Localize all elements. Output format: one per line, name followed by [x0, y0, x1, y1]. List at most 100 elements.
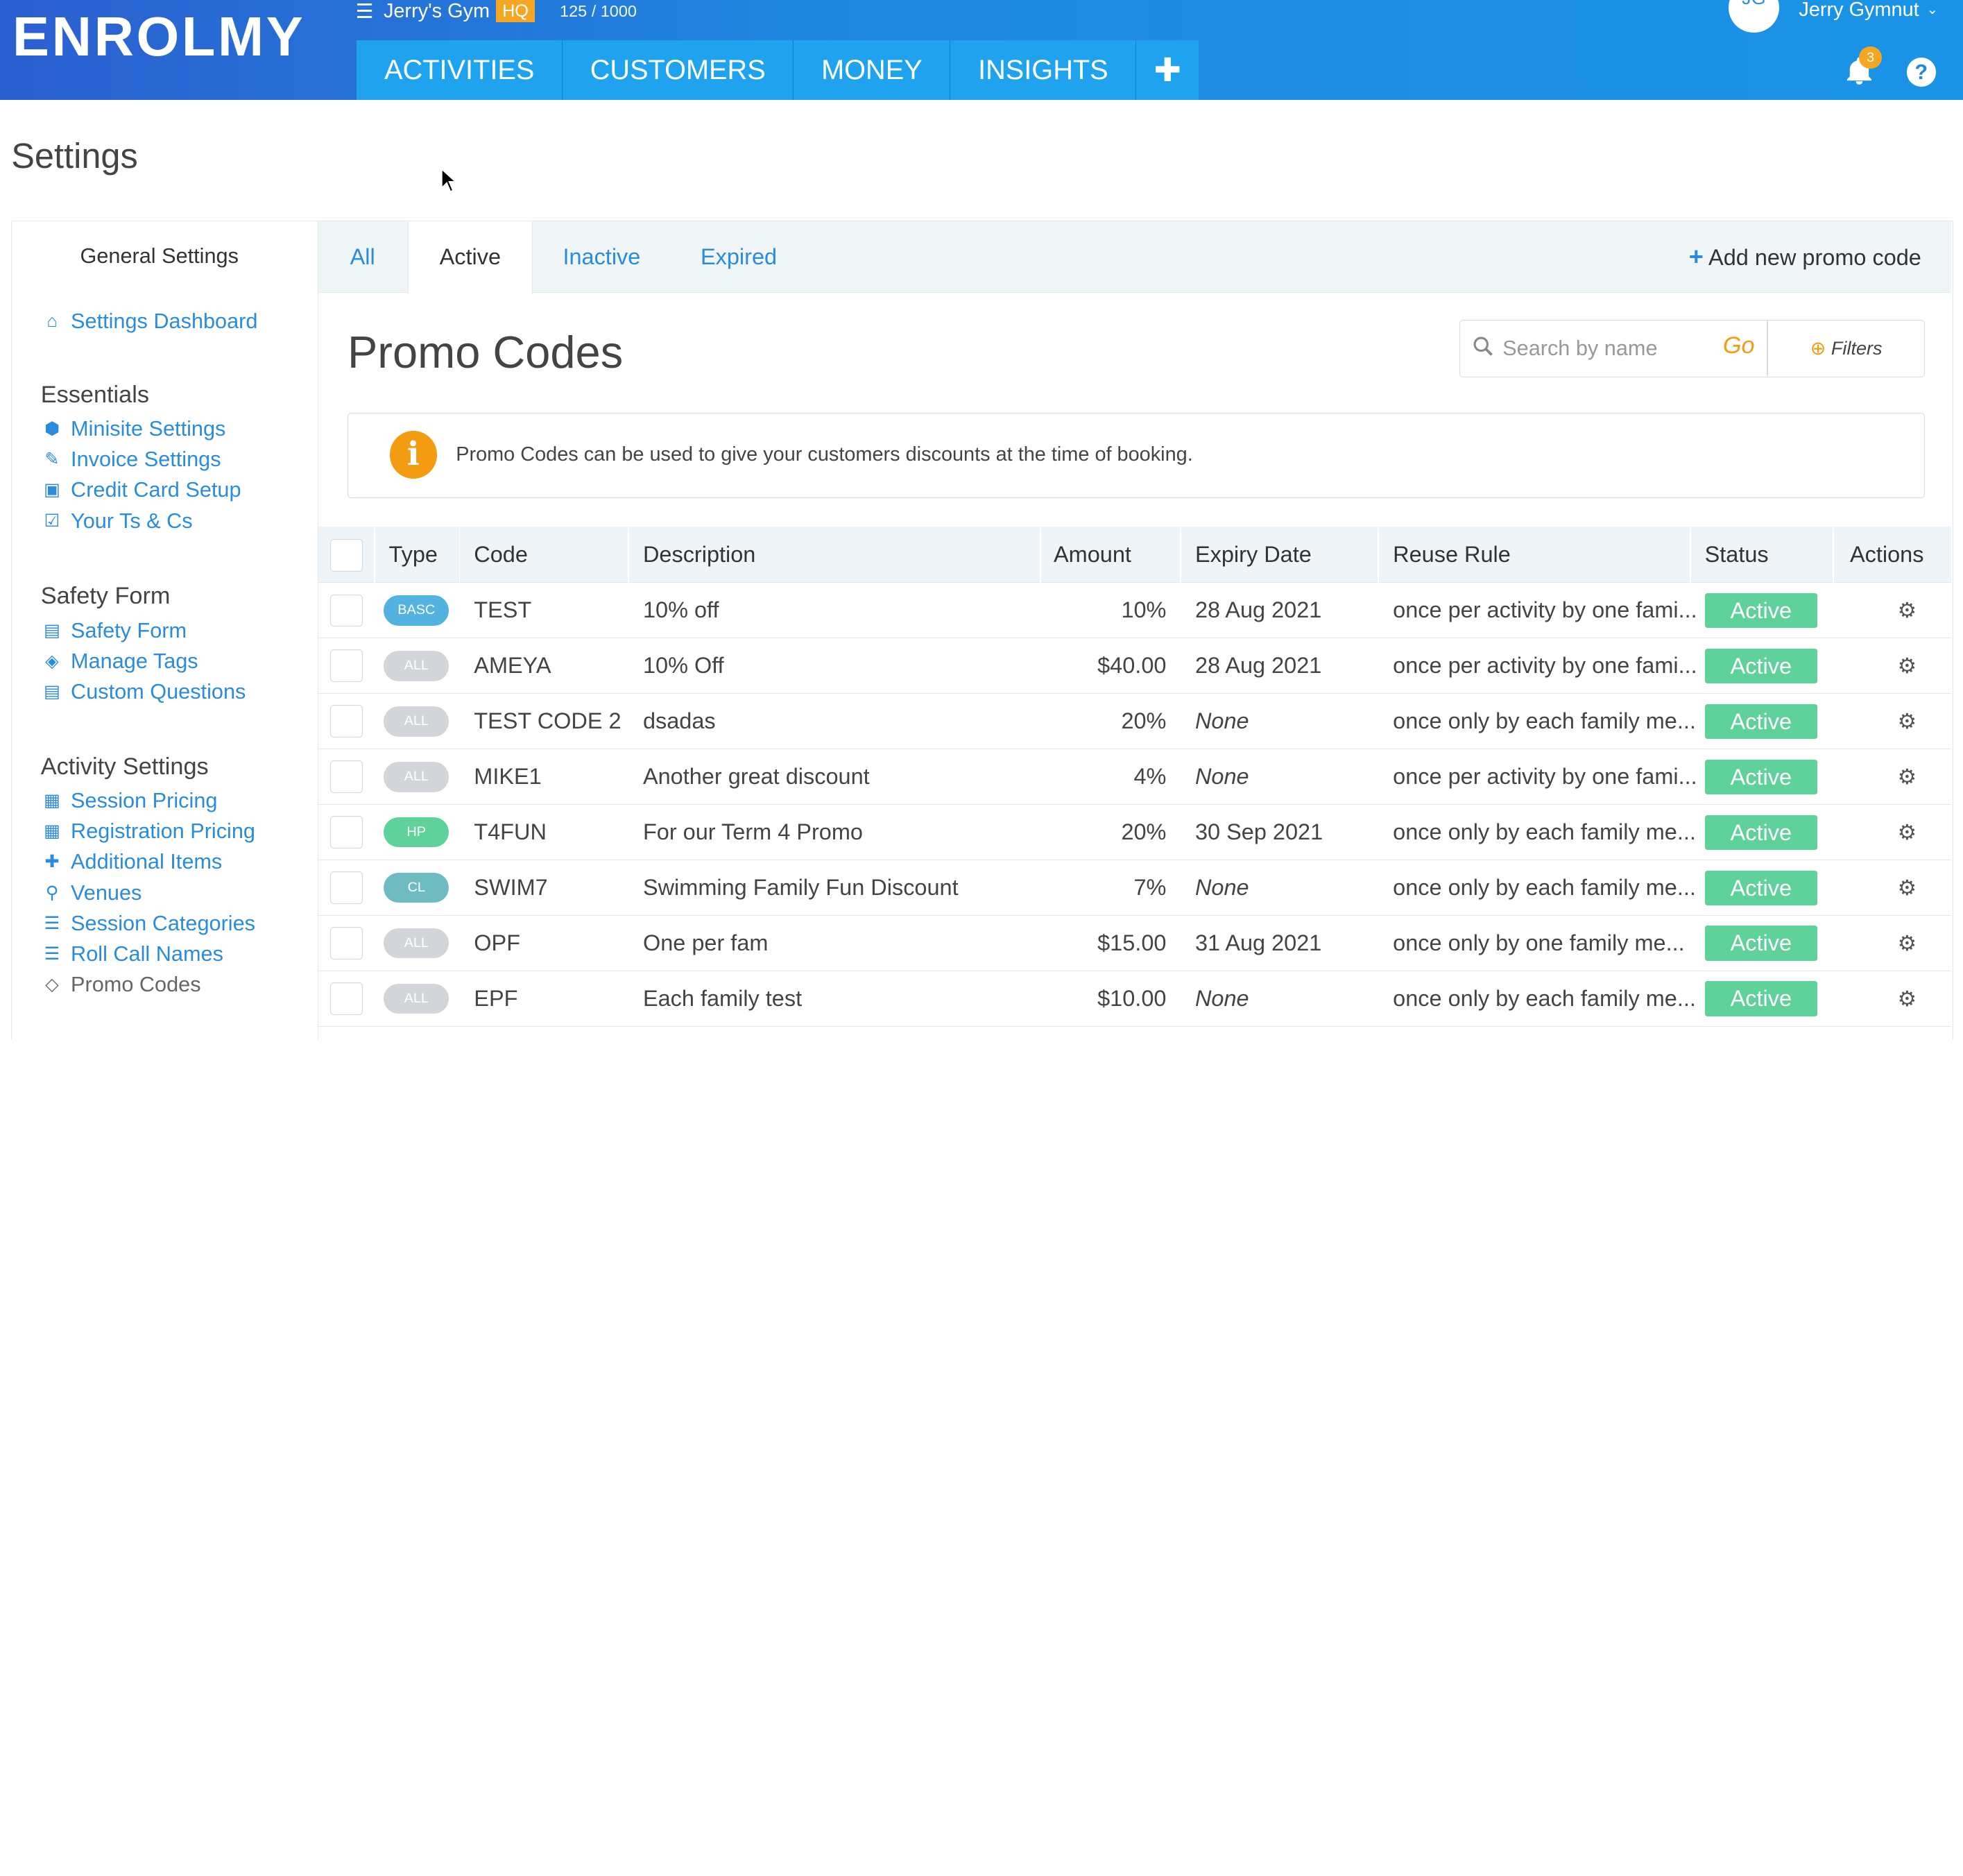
- reuse-rule-cell: once only by each family me...: [1393, 708, 1696, 734]
- sidebar-item-registration-pricing[interactable]: ▦ Registration Pricing: [41, 816, 255, 846]
- sidebar-item-label: Invoice Settings: [71, 447, 221, 472]
- sidebar-item-promo-codes[interactable]: ◇ Promo Codes: [41, 969, 255, 1000]
- list-icon: ☰: [44, 913, 60, 933]
- enrolmy-logo[interactable]: ENROLMY: [12, 5, 305, 69]
- row-checkbox[interactable]: [329, 705, 363, 738]
- select-all-checkbox[interactable]: [329, 539, 363, 572]
- row-checkbox[interactable]: [329, 649, 363, 683]
- column-divider: [1689, 527, 1691, 583]
- map-marker-icon: ⚲: [45, 882, 59, 903]
- gear-icon[interactable]: ⚙: [1898, 805, 1917, 860]
- column-status[interactable]: Status: [1705, 527, 1769, 583]
- sidebar-item-venues[interactable]: ⚲ Venues: [41, 878, 255, 908]
- column-code[interactable]: Code: [474, 527, 528, 583]
- sidebar-item-safety-form[interactable]: ▤ Safety Form: [41, 615, 246, 646]
- nav-customers[interactable]: CUSTOMERS: [563, 40, 794, 101]
- sidebar-item-custom-questions[interactable]: ▤ Custom Questions: [41, 676, 246, 707]
- status-badge[interactable]: Active: [1704, 592, 1818, 629]
- gym-switcher[interactable]: ☰ Jerry's Gym HQ 125 / 1000: [356, 0, 637, 24]
- reuse-rule-cell: once only by each family me...: [1393, 985, 1696, 1011]
- table-row[interactable]: CL SWIM7 Swimming Family Fun Discount 7% Non…: [318, 860, 1952, 916]
- gear-icon[interactable]: ⚙: [1898, 694, 1917, 749]
- gear-icon[interactable]: ⚙: [1898, 638, 1917, 693]
- gear-icon[interactable]: ⚙: [1898, 583, 1917, 638]
- sidebar-item-additional-items[interactable]: ✚ Additional Items: [41, 846, 255, 877]
- tab-active[interactable]: Active: [407, 221, 533, 294]
- column-description[interactable]: Description: [643, 527, 755, 583]
- tab-expired[interactable]: Expired: [701, 221, 777, 293]
- table-row[interactable]: HP T4FUN For our Term 4 Promo 20% 30 Sep 202…: [318, 805, 1952, 861]
- file-icon: ▤: [44, 681, 60, 701]
- column-reuse-rule[interactable]: Reuse Rule: [1393, 527, 1511, 583]
- status-badge[interactable]: Active: [1704, 870, 1818, 906]
- search-input[interactable]: [1502, 330, 1716, 366]
- briefcase-icon: ▦: [44, 791, 60, 811]
- hamburger-icon[interactable]: ☰: [356, 0, 374, 24]
- type-badge: CL: [384, 873, 449, 903]
- table-row[interactable]: ALL TEST CODE 2 dsadas 20% None once only by …: [318, 694, 1952, 750]
- table-row[interactable]: ALL EPF Each family test $10.00 None once onl…: [318, 971, 1952, 1027]
- filters-button[interactable]: ⊕ Filters: [1768, 321, 1925, 375]
- column-type[interactable]: Type: [389, 527, 438, 583]
- search-bar: Go ⊕ Filters: [1459, 320, 1926, 378]
- help-icon[interactable]: ?: [1907, 58, 1936, 87]
- sidebar-item-manage-tags[interactable]: ◈ Manage Tags: [41, 646, 246, 676]
- gear-icon[interactable]: ⚙: [1898, 860, 1917, 915]
- filters-label: Filters: [1831, 337, 1883, 359]
- amount-cell: 20%: [1121, 708, 1167, 734]
- row-checkbox[interactable]: [329, 816, 363, 849]
- expiry-cell: 30 Sep 2021: [1194, 819, 1323, 845]
- expiry-cell: None: [1194, 985, 1249, 1011]
- type-badge: HP: [384, 817, 449, 848]
- go-button[interactable]: Go: [1723, 332, 1755, 359]
- status-badge[interactable]: Active: [1704, 759, 1818, 795]
- column-divider: [373, 527, 375, 583]
- add-promo-code-button[interactable]: + Add new promo code: [1689, 221, 1921, 293]
- chevron-down-icon[interactable]: ⌄: [1927, 1, 1939, 18]
- nav-insights[interactable]: INSIGHTS: [950, 40, 1137, 101]
- sidebar-item-roll-call-names[interactable]: ☰ Roll Call Names: [41, 939, 255, 969]
- plus-icon: +: [1688, 241, 1704, 271]
- row-checkbox[interactable]: [329, 982, 363, 1016]
- gym-name[interactable]: Jerry's Gym: [384, 0, 490, 23]
- status-badge[interactable]: Active: [1704, 815, 1818, 851]
- gear-icon[interactable]: ⚙: [1898, 971, 1917, 1026]
- gear-icon[interactable]: ⚙: [1898, 916, 1917, 971]
- table-row[interactable]: BASC TEST 10% off 10% 28 Aug 2021 once per ac…: [318, 583, 1952, 639]
- sidebar-item-your-ts-cs[interactable]: ☑ Your Ts & Cs: [41, 506, 241, 536]
- status-badge[interactable]: Active: [1704, 981, 1818, 1016]
- amount-cell: 10%: [1121, 597, 1167, 623]
- table-row[interactable]: ALL MIKE1 Another great discount 4% None once…: [318, 749, 1952, 805]
- row-checkbox[interactable]: [329, 594, 363, 627]
- sidebar-item-settings-dashboard[interactable]: ⌂ Settings Dashboard: [41, 306, 257, 336]
- sidebar-item-credit-card-setup[interactable]: ▣ Credit Card Setup: [41, 475, 241, 505]
- row-checkbox[interactable]: [329, 927, 363, 960]
- promo-codes-table: Type Code Description Amount Expiry Date…: [318, 527, 1952, 1027]
- sidebar-item-label: Custom Questions: [71, 679, 246, 704]
- sidebar-item-session-pricing[interactable]: ▦ Session Pricing: [41, 785, 255, 816]
- user-name[interactable]: Jerry Gymnut: [1799, 0, 1919, 22]
- tab-all[interactable]: All: [350, 221, 375, 293]
- sidebar-item-minisite-settings[interactable]: ⬢ Minisite Settings: [41, 413, 241, 444]
- reuse-rule-cell: once only by each family me...: [1393, 875, 1696, 901]
- nav-money[interactable]: MONEY: [794, 40, 951, 101]
- row-checkbox[interactable]: [329, 760, 363, 794]
- status-badge[interactable]: Active: [1704, 926, 1818, 961]
- avatar[interactable]: JG: [1729, 0, 1779, 33]
- row-checkbox[interactable]: [329, 871, 363, 905]
- sidebar-item-label: Additional Items: [71, 849, 223, 874]
- status-badge[interactable]: Active: [1704, 704, 1818, 740]
- table-row[interactable]: ALL AMEYA 10% Off $40.00 28 Aug 2021 once per…: [318, 638, 1952, 694]
- tab-inactive[interactable]: Inactive: [563, 221, 640, 293]
- type-badge: ALL: [384, 762, 449, 792]
- gear-icon[interactable]: ⚙: [1898, 749, 1917, 804]
- nav-activities[interactable]: ACTIVITIES: [357, 40, 563, 101]
- user-menu[interactable]: JG Jerry Gymnut ⌄: [1729, 0, 1938, 33]
- column-expiry-date[interactable]: Expiry Date: [1195, 527, 1312, 583]
- column-amount[interactable]: Amount: [1054, 527, 1131, 583]
- sidebar-item-session-categories[interactable]: ☰ Session Categories: [41, 908, 255, 939]
- status-badge[interactable]: Active: [1704, 648, 1818, 684]
- sidebar-item-invoice-settings[interactable]: ✎ Invoice Settings: [41, 444, 241, 475]
- table-row[interactable]: ALL OPF One per fam $15.00 31 Aug 2021 once o…: [318, 916, 1952, 971]
- nav-add-icon[interactable]: ✚: [1136, 40, 1199, 101]
